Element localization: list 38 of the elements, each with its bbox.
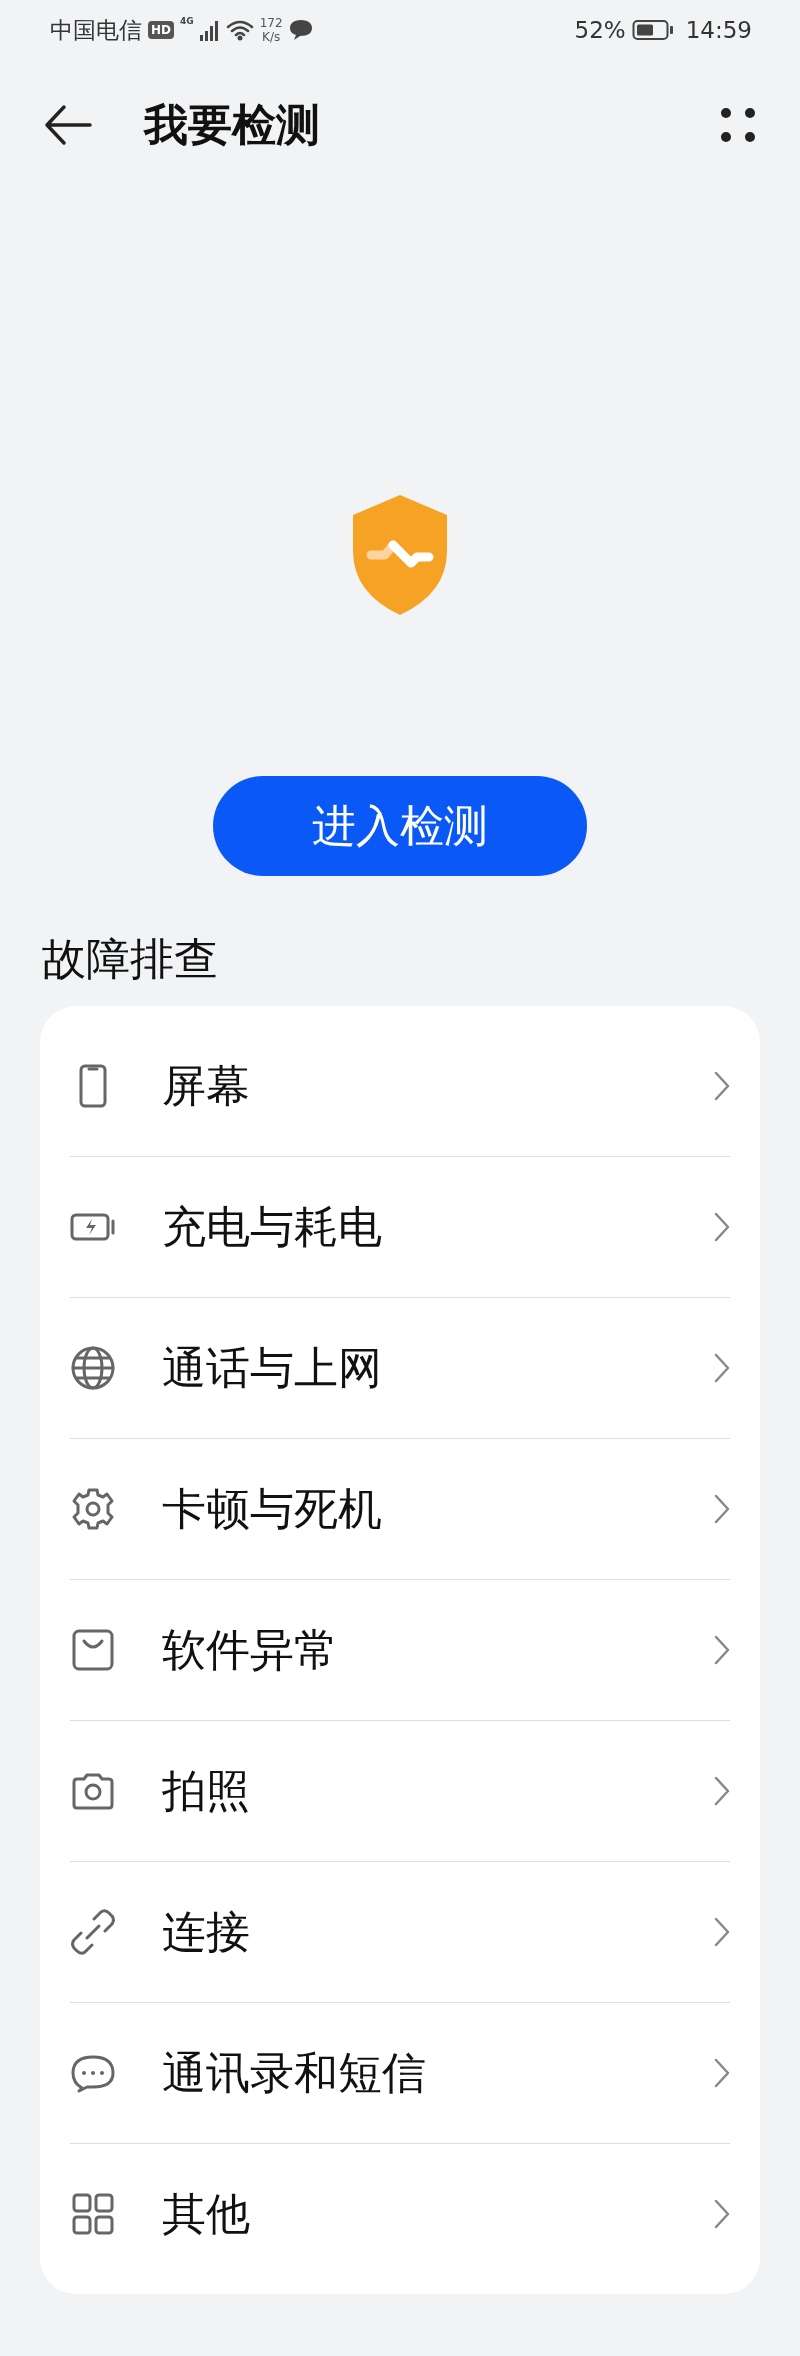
settings-icon (70, 1486, 116, 1532)
chevron-right-icon (714, 1071, 730, 1101)
chevron-right-icon (714, 1494, 730, 1524)
wifi-icon (225, 19, 254, 41)
list-item[interactable]: 其他 (70, 2143, 730, 2284)
page-title: 我要检测 (144, 97, 321, 152)
chevron-right-icon (714, 1353, 730, 1383)
section-title: 故障排查 (41, 932, 219, 986)
list-item[interactable]: 屏幕 (70, 1016, 730, 1156)
chevron-right-icon (714, 2058, 730, 2088)
carrier-name: 中国电信 (50, 15, 142, 45)
chevron-right-icon (714, 2199, 730, 2229)
status-time: 14:59 (685, 17, 752, 43)
more-button[interactable] (718, 105, 758, 145)
list-item[interactable]: 卡顿与死机 (70, 1438, 730, 1579)
chevron-right-icon (714, 1212, 730, 1242)
chevron-right-icon (714, 1635, 730, 1665)
start-detection-button[interactable]: 进入检测 (213, 776, 587, 876)
message-icon (288, 19, 313, 41)
battery-percent: 52% (574, 17, 626, 43)
speed-unit: K/s (262, 30, 281, 44)
signal-icon (199, 19, 220, 41)
grid-icon (70, 2191, 116, 2237)
hd-badge: HD (148, 21, 174, 39)
list-item[interactable]: 拍照 (70, 1720, 730, 1861)
list-item[interactable]: 连接 (70, 1861, 730, 2002)
battery-icon (631, 19, 674, 41)
globe-icon (70, 1345, 116, 1391)
list-item[interactable]: 通话与上网 (70, 1297, 730, 1438)
network-type: 4G (180, 16, 194, 26)
chevron-right-icon (714, 1776, 730, 1806)
list-item[interactable]: 软件异常 (70, 1579, 730, 1720)
list-item[interactable]: 通讯录和短信 (70, 2002, 730, 2143)
chevron-right-icon (714, 1917, 730, 1947)
list-item[interactable]: 充电与耗电 (70, 1156, 730, 1297)
shopping-bag-icon (70, 1627, 116, 1673)
link-icon (70, 1909, 116, 1955)
speed-value: 172 (259, 16, 283, 30)
